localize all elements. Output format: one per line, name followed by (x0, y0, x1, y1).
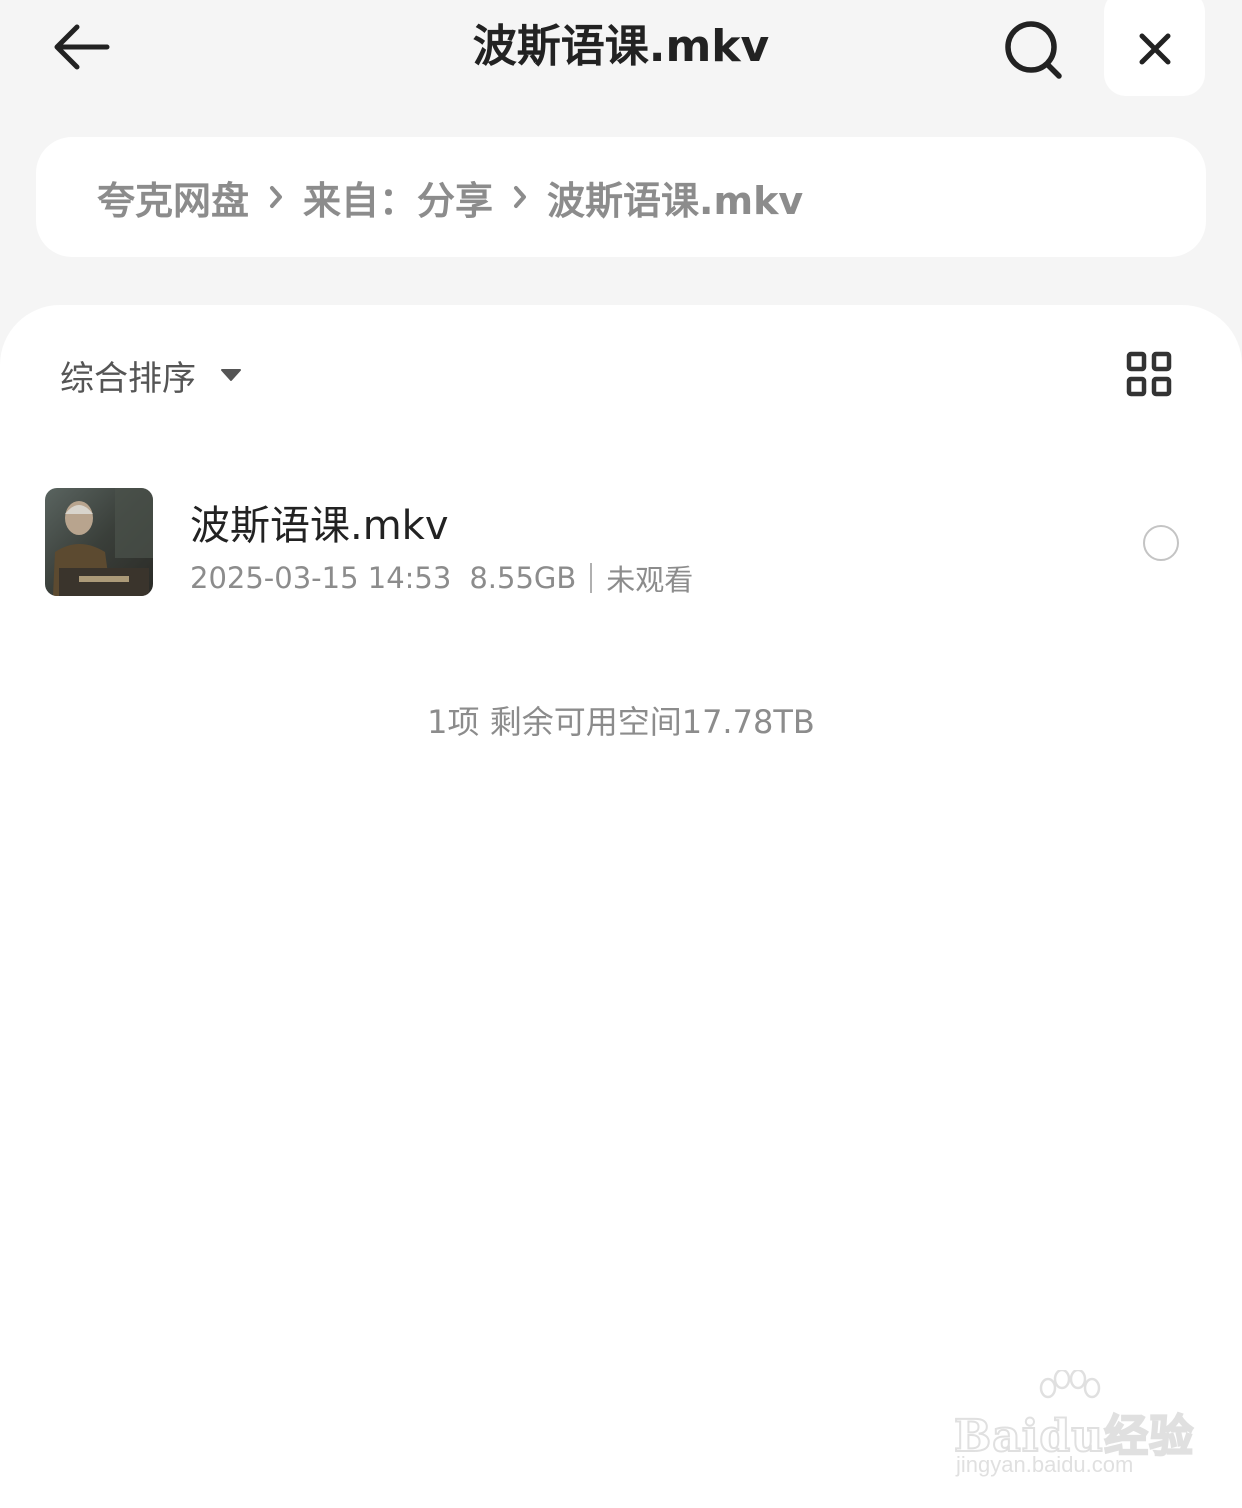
watermark-url: jingyan.baidu.com (956, 1452, 1134, 1477)
sort-dropdown[interactable]: 综合排序 (60, 345, 242, 405)
chevron-right-icon (513, 185, 527, 209)
sort-label: 综合排序 (60, 358, 196, 399)
close-icon (1139, 33, 1170, 65)
file-size: 8.55GB (469, 561, 577, 595)
meta-divider (590, 563, 593, 593)
file-list-panel: 综合排序 波斯语课.mkv 2025-03-15 14:53 8.55GB 未观… (0, 305, 1242, 1508)
file-list-item[interactable]: 波斯语课.mkv 2025-03-15 14:53 8.55GB 未观看 (0, 475, 1242, 615)
search-icon (1005, 21, 1062, 79)
watermark: Baidu经验 jingyan.baidu.com (950, 1370, 1194, 1490)
caret-down-icon (220, 368, 242, 382)
watch-status: 未观看 (606, 563, 694, 597)
video-thumbnail (45, 488, 153, 596)
breadcrumb-item-root[interactable]: 夸克网盘 (97, 170, 249, 225)
breadcrumb-item-share[interactable]: 来自：分享 (303, 170, 493, 225)
top-bar: 波斯语课.mkv (0, 0, 1242, 110)
view-toggle-button[interactable] (1120, 345, 1178, 403)
close-button[interactable] (1104, 0, 1205, 96)
file-date: 2025-03-15 14:53 (190, 561, 452, 595)
select-checkbox[interactable] (1143, 525, 1179, 561)
chevron-right-icon (269, 185, 283, 209)
file-meta: 2025-03-15 14:53 8.55GB 未观看 (190, 557, 693, 599)
file-name: 波斯语课.mkv (190, 503, 449, 549)
back-button[interactable] (44, 14, 118, 80)
arrow-left-icon (54, 24, 110, 70)
search-button[interactable] (996, 14, 1070, 86)
breadcrumb-item-current[interactable]: 波斯语课.mkv (547, 170, 803, 225)
grid-view-icon (1126, 351, 1172, 397)
page-title: 波斯语课.mkv (472, 21, 770, 72)
breadcrumb: 夸克网盘 来自：分享 波斯语课.mkv (36, 137, 1206, 257)
storage-summary: 1项 剩余可用空间17.78TB (427, 703, 815, 741)
